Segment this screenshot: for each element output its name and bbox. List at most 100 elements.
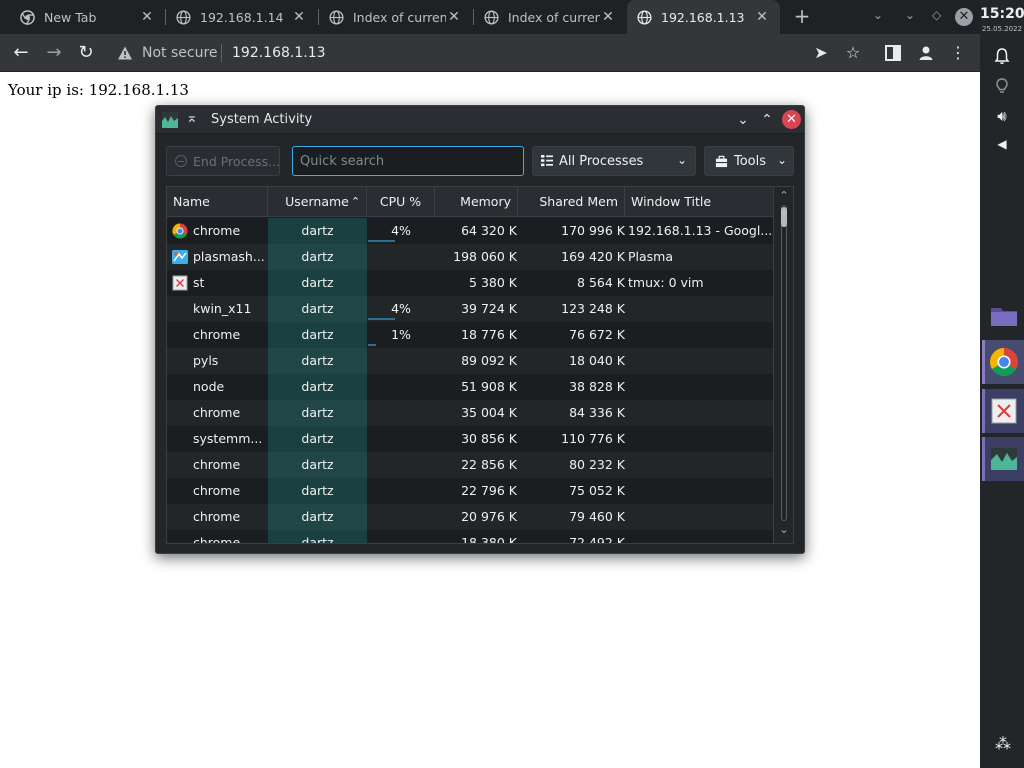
process-memory: 64 320 K xyxy=(461,223,517,238)
side-panel-icon[interactable] xyxy=(884,44,902,62)
process-window-title xyxy=(628,322,773,348)
tab-index-of-current-1[interactable]: Index of current ✕ xyxy=(319,0,472,34)
table-row[interactable]: chrome dartz 35 004 K 84 336 K xyxy=(167,400,773,426)
notifications-bell-icon[interactable] xyxy=(992,46,1012,66)
column-header-window-title[interactable]: Window Title xyxy=(625,187,773,217)
table-row[interactable]: chrome dartz 22 856 K 80 232 K xyxy=(167,452,773,478)
tab-new-tab[interactable]: New Tab ✕ xyxy=(0,0,165,34)
task-system-activity[interactable] xyxy=(982,437,1024,481)
address-bar[interactable]: 192.168.1.13 xyxy=(232,45,326,61)
table-row[interactable]: kwin_x11 dartz 4% 39 724 K 123 248 K xyxy=(167,296,773,322)
scroll-up-icon[interactable]: ⌃ xyxy=(778,189,790,202)
minimize-icon[interactable]: ⌄ xyxy=(905,8,915,22)
tab-192-168-1-13[interactable]: 192.168.1.13 ✕ xyxy=(627,0,780,34)
table-row[interactable]: systemm... dartz 30 856 K 110 776 K xyxy=(167,426,773,452)
chevron-down-icon: ⌄ xyxy=(676,153,687,167)
filter-label: All Processes xyxy=(559,153,644,169)
end-process-button[interactable]: End Process... xyxy=(166,146,280,176)
process-username: dartz xyxy=(268,296,367,322)
tab-label: Index of current xyxy=(353,9,446,25)
tab-close-icon[interactable]: ✕ xyxy=(600,9,616,25)
close-icon[interactable]: ✕ xyxy=(782,110,801,129)
table-row[interactable]: pyls dartz 89 092 K 18 040 K xyxy=(167,348,773,374)
tab-192-168-1-14[interactable]: 192.168.1.14 ✕ xyxy=(166,0,317,34)
restore-icon[interactable]: ◇ xyxy=(932,8,941,22)
process-username: dartz xyxy=(268,322,367,348)
tab-close-icon[interactable]: ✕ xyxy=(139,9,155,25)
process-window-title xyxy=(628,400,773,426)
process-memory: 22 796 K xyxy=(461,483,517,498)
process-memory: 39 724 K xyxy=(461,301,517,316)
table-header: Name Username CPU % Memory Shared Mem Wi… xyxy=(167,187,773,217)
tools-button[interactable]: Tools ⌄ xyxy=(704,146,794,176)
tray-expand-icon[interactable]: ◀ xyxy=(992,134,1012,154)
column-header-memory[interactable]: Memory xyxy=(435,187,518,217)
process-cpu xyxy=(367,504,435,530)
forward-icon[interactable]: → xyxy=(43,42,65,64)
bookmark-star-icon[interactable]: ☆ xyxy=(843,43,863,63)
minimize-icon[interactable]: ⌄ xyxy=(734,111,752,129)
reload-icon[interactable]: ↻ xyxy=(75,42,97,64)
table-row[interactable]: chrome dartz 18 380 K 72 492 K xyxy=(167,530,773,543)
table-row[interactable]: chrome dartz 4% 64 320 K 170 996 K 192.168.1.… xyxy=(167,218,773,244)
globe-icon xyxy=(484,9,499,25)
end-process-label: End Process... xyxy=(193,153,280,169)
process-name: st xyxy=(193,275,205,290)
process-cpu xyxy=(367,530,435,543)
table-row[interactable]: node dartz 51 908 K 38 828 K xyxy=(167,374,773,400)
tab-index-of-current-2[interactable]: Index of current ✕ xyxy=(474,0,626,34)
table-row[interactable]: chrome dartz 22 796 K 75 052 K xyxy=(167,478,773,504)
process-name: plasmash... xyxy=(193,249,265,264)
volume-icon[interactable]: 🔊︎ xyxy=(992,106,1012,126)
task-chrome[interactable] xyxy=(982,340,1024,384)
tab-strip: New Tab ✕ 192.168.1.14 ✕ Index of curren… xyxy=(0,0,980,34)
column-header-shared-mem[interactable]: Shared Mem xyxy=(518,187,625,217)
scroll-down-icon[interactable]: ⌄ xyxy=(778,523,790,536)
process-name: systemm... xyxy=(193,431,263,446)
table-row[interactable]: st dartz 5 380 K 8 564 Ktmux: 0 vim xyxy=(167,270,773,296)
process-shared-mem: 169 420 K xyxy=(561,249,625,264)
tab-close-icon[interactable]: ✕ xyxy=(446,9,462,25)
not-secure-label[interactable]: Not secure xyxy=(142,45,218,61)
tab-close-icon[interactable]: ✕ xyxy=(754,9,770,25)
tab-search-chevron-icon[interactable]: ⌄ xyxy=(873,8,883,22)
lightbulb-icon[interactable] xyxy=(992,76,1012,96)
scroll-track[interactable] xyxy=(781,205,787,521)
cpu-usage-bar xyxy=(368,344,376,346)
process-window-title xyxy=(628,348,773,374)
table-row[interactable]: chrome dartz 20 976 K 79 460 K xyxy=(167,504,773,530)
column-header-name[interactable]: Name xyxy=(167,187,268,217)
process-rows: chrome dartz 4% 64 320 K 170 996 K 192.168.1.… xyxy=(167,218,773,543)
scroll-thumb[interactable] xyxy=(781,207,787,227)
task-terminal[interactable] xyxy=(982,389,1024,433)
column-header-cpu[interactable]: CPU % xyxy=(367,187,435,217)
menu-kebab-icon[interactable]: ⋮ xyxy=(948,43,968,63)
profile-icon[interactable] xyxy=(917,44,935,62)
process-window-title xyxy=(628,478,773,504)
process-window-title xyxy=(628,426,773,452)
title-bar[interactable]: ⌅ System Activity ⌄ ⌃ ✕ xyxy=(156,106,804,134)
maximize-icon[interactable]: ⌃ xyxy=(758,111,776,129)
process-filter-select[interactable]: All Processes ⌄ xyxy=(532,146,696,176)
process-shared-mem: 18 040 K xyxy=(569,353,625,368)
process-username: dartz xyxy=(268,244,367,270)
warning-icon[interactable] xyxy=(117,45,133,61)
new-tab-button[interactable]: + xyxy=(792,6,812,28)
clock-time[interactable]: 15:20 xyxy=(980,6,1024,22)
window-close-icon[interactable]: ✕ xyxy=(955,8,973,26)
table-row[interactable]: plasmash... dartz 198 060 K 169 420 K Plasma xyxy=(167,244,773,270)
tab-close-icon[interactable]: ✕ xyxy=(291,9,307,25)
panel-config-icon[interactable]: ⁂ xyxy=(992,734,1014,756)
vertical-scrollbar[interactable]: ⌃ ⌄ xyxy=(773,187,793,543)
task-file-manager[interactable] xyxy=(982,293,1024,337)
globe-icon xyxy=(329,9,344,25)
process-cpu xyxy=(367,426,435,452)
process-cpu xyxy=(367,452,435,478)
table-row[interactable]: chrome dartz 1% 18 776 K 76 672 K xyxy=(167,322,773,348)
back-icon[interactable]: ← xyxy=(10,42,32,64)
keep-above-icon[interactable]: ⌅ xyxy=(186,110,200,128)
send-icon[interactable]: ➤ xyxy=(811,43,831,63)
process-name: kwin_x11 xyxy=(193,301,252,316)
process-shared-mem: 79 460 K xyxy=(569,509,625,524)
quick-search-input[interactable] xyxy=(292,146,524,176)
